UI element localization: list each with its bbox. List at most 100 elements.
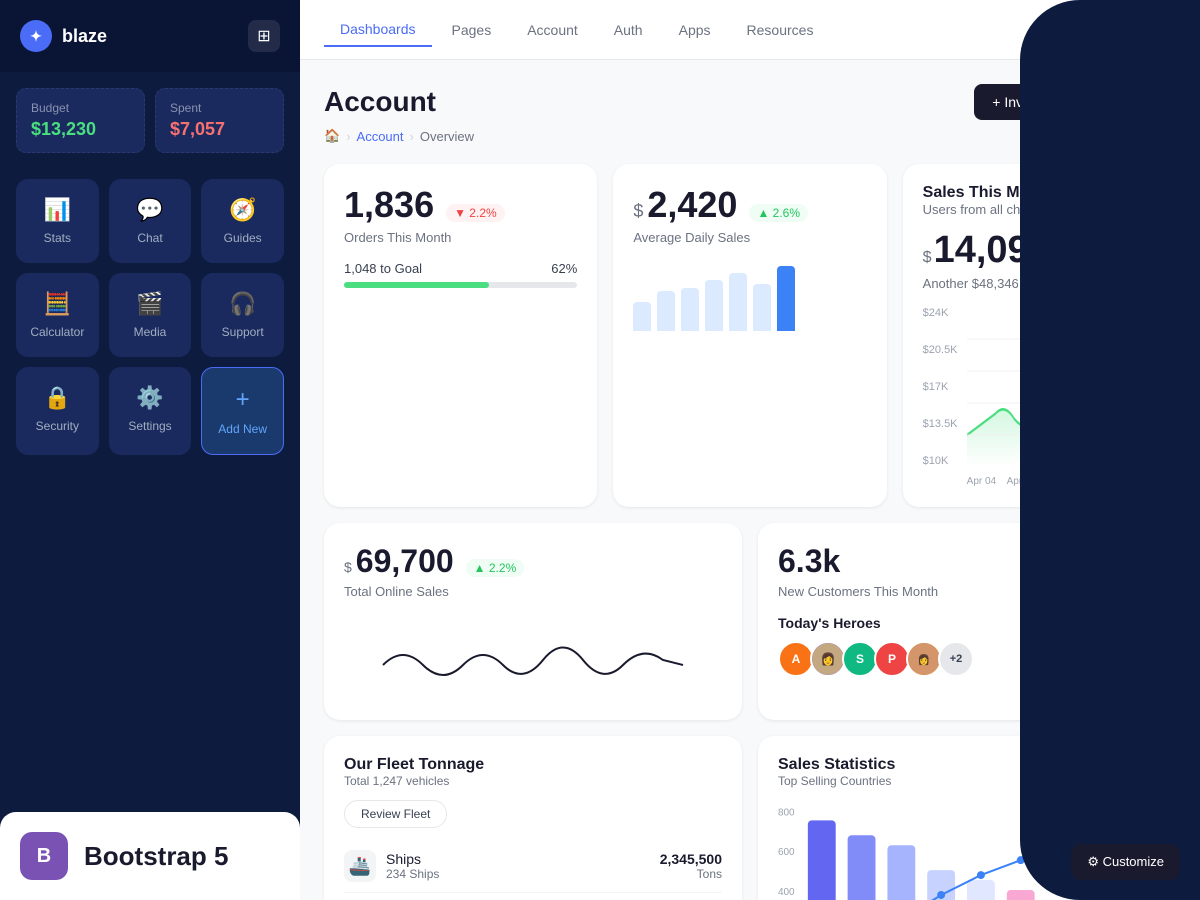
logo-area: ✦ blaze <box>20 20 107 52</box>
support-icon: 🎧 <box>229 291 256 317</box>
mini-bar-0 <box>633 302 651 331</box>
nav-pages[interactable]: Pages <box>436 13 508 47</box>
settings-icon: ⚙️ <box>136 385 163 411</box>
hero-avatar-5: 👩 <box>906 641 942 677</box>
sidebar-item-label: Add New <box>218 422 267 436</box>
ships-value: 2,345,500 <box>660 851 722 867</box>
mini-bar-3 <box>705 280 723 331</box>
svg-text:800: 800 <box>778 807 795 818</box>
chat-icon: 💬 <box>136 197 163 223</box>
sidebar-item-security[interactable]: 🔒 Security <box>16 367 99 455</box>
logo-icon: ✦ <box>20 20 52 52</box>
wave-chart <box>344 615 722 695</box>
spent-label: Spent <box>170 101 269 115</box>
mini-bar-1 <box>657 291 675 331</box>
hero-avatar-4: P <box>874 641 910 677</box>
hero-avatar-3: S <box>842 641 878 677</box>
nav-links: Dashboards Pages Account Auth Apps Resou… <box>324 13 829 47</box>
progress-bar-bg <box>344 282 577 288</box>
sidebar-item-stats[interactable]: 📊 Stats <box>16 179 99 263</box>
sidebar-menu-button[interactable]: ⊞ <box>248 20 280 52</box>
sidebar-item-calculator[interactable]: 🧮 Calculator <box>16 273 99 357</box>
hero-count: +2 <box>938 641 974 677</box>
nav-apps[interactable]: Apps <box>663 13 727 47</box>
online-sales-card: $ 69,700 ▲ 2.2% Total Online Sales <box>324 523 742 720</box>
breadcrumb-overview: Overview <box>420 129 474 144</box>
bootstrap-text: Bootstrap 5 <box>84 841 228 872</box>
fleet-list: 🚢 Ships 234 Ships 2,345,500 Tons <box>344 840 722 900</box>
nav-account[interactable]: Account <box>511 13 594 47</box>
orders-card: 1,836 ▼ 2.2% Orders This Month 1,048 to … <box>324 164 597 507</box>
nav-dashboards[interactable]: Dashboards <box>324 13 432 47</box>
budget-cards: Budget $13,230 Spent $7,057 <box>0 72 300 169</box>
sidebar-item-guides[interactable]: 🧭 Guides <box>201 179 284 263</box>
guides-icon: 🧭 <box>229 197 256 223</box>
progress-pct: 62% <box>551 261 577 276</box>
orders-progress: 1,048 to Goal 62% <box>344 261 577 288</box>
sidebar-item-label: Support <box>222 325 264 339</box>
dark-overlay-panel <box>1020 0 1200 900</box>
sidebar-footer: B Bootstrap 5 <box>0 812 300 900</box>
sidebar-item-label: Guides <box>224 231 262 245</box>
mini-bar-2 <box>681 288 699 331</box>
daily-sales-card: $ 2,420 ▲ 2.6% Average Daily Sales <box>613 164 886 507</box>
stats-icon: 📊 <box>44 197 71 223</box>
progress-bar-fill <box>344 282 489 288</box>
nav-resources[interactable]: Resources <box>731 13 830 47</box>
sidebar-item-label: Security <box>36 419 79 433</box>
mini-bar-4 <box>729 273 747 331</box>
orders-badge: ▼ 2.2% <box>446 204 505 222</box>
security-icon: 🔒 <box>44 385 71 411</box>
calculator-icon: 🧮 <box>44 291 71 317</box>
mini-bar-6 <box>777 266 795 331</box>
customize-button[interactable]: ⚙ Customize <box>1071 844 1180 880</box>
budget-label: Budget <box>31 101 130 115</box>
svg-text:👩: 👩 <box>918 653 930 666</box>
currency-symbol: $ <box>633 201 643 222</box>
svg-text:👩: 👩 <box>821 652 836 666</box>
logo-text: blaze <box>62 26 107 47</box>
sidebar-item-add-new[interactable]: + Add New <box>201 367 284 455</box>
media-icon: 🎬 <box>136 291 163 317</box>
fleet-row-trucks: 🚛 Trucks 1,460 Trucks 457,200 Tons <box>344 893 722 900</box>
online-sales-label: Total Online Sales <box>344 584 722 599</box>
main-wrapper: Dashboards Pages Account Auth Apps Resou… <box>300 0 1200 900</box>
y-axis-labels: $24K $20.5K $17K $13.5K $10K <box>923 307 963 467</box>
sidebar-item-label: Calculator <box>30 325 84 339</box>
sidebar-header: ✦ blaze ⊞ <box>0 0 300 72</box>
ships-unit: Tons <box>660 867 722 881</box>
budget-value: $13,230 <box>31 119 130 140</box>
sidebar-item-label: Stats <box>44 231 71 245</box>
daily-sales-value: 2,420 <box>647 184 737 226</box>
svg-text:400: 400 <box>778 887 795 898</box>
fleet-row-ships: 🚢 Ships 234 Ships 2,345,500 Tons <box>344 840 722 893</box>
ships-count: 234 Ships <box>386 867 439 881</box>
online-sales-badge: ▲ 2.2% <box>466 559 525 577</box>
daily-sales-badge: ▲ 2.6% <box>749 204 808 222</box>
budget-card: Budget $13,230 <box>16 88 145 153</box>
fleet-title: Our Fleet Tonnage <box>344 756 722 774</box>
sidebar-item-label: Chat <box>137 231 162 245</box>
orders-label: Orders This Month <box>344 230 577 245</box>
hero-avatar-2: 👩 <box>810 641 846 677</box>
breadcrumb-account[interactable]: Account <box>357 129 404 144</box>
online-sales-value: 69,700 <box>356 543 454 580</box>
page-title: Account <box>324 86 436 118</box>
sidebar-item-chat[interactable]: 💬 Chat <box>109 179 192 263</box>
fleet-card: Our Fleet Tonnage Total 1,247 vehicles R… <box>324 736 742 900</box>
add-new-icon: + <box>236 386 250 414</box>
nav-auth[interactable]: Auth <box>598 13 659 47</box>
fleet-sub: Total 1,247 vehicles <box>344 774 722 788</box>
ships-name: Ships <box>386 851 439 867</box>
sidebar-item-label: Media <box>134 325 167 339</box>
sidebar-item-label: Settings <box>128 419 171 433</box>
sidebar: ✦ blaze ⊞ Budget $13,230 Spent $7,057 📊 … <box>0 0 300 900</box>
spent-value: $7,057 <box>170 119 269 140</box>
sidebar-item-support[interactable]: 🎧 Support <box>201 273 284 357</box>
breadcrumb-home-icon[interactable]: 🏠 <box>324 128 340 144</box>
sidebar-item-settings[interactable]: ⚙️ Settings <box>109 367 192 455</box>
sidebar-item-media[interactable]: 🎬 Media <box>109 273 192 357</box>
review-fleet-button[interactable]: Review Fleet <box>344 800 447 828</box>
mini-bar-5 <box>753 284 771 331</box>
bootstrap-logo: B <box>20 832 68 880</box>
